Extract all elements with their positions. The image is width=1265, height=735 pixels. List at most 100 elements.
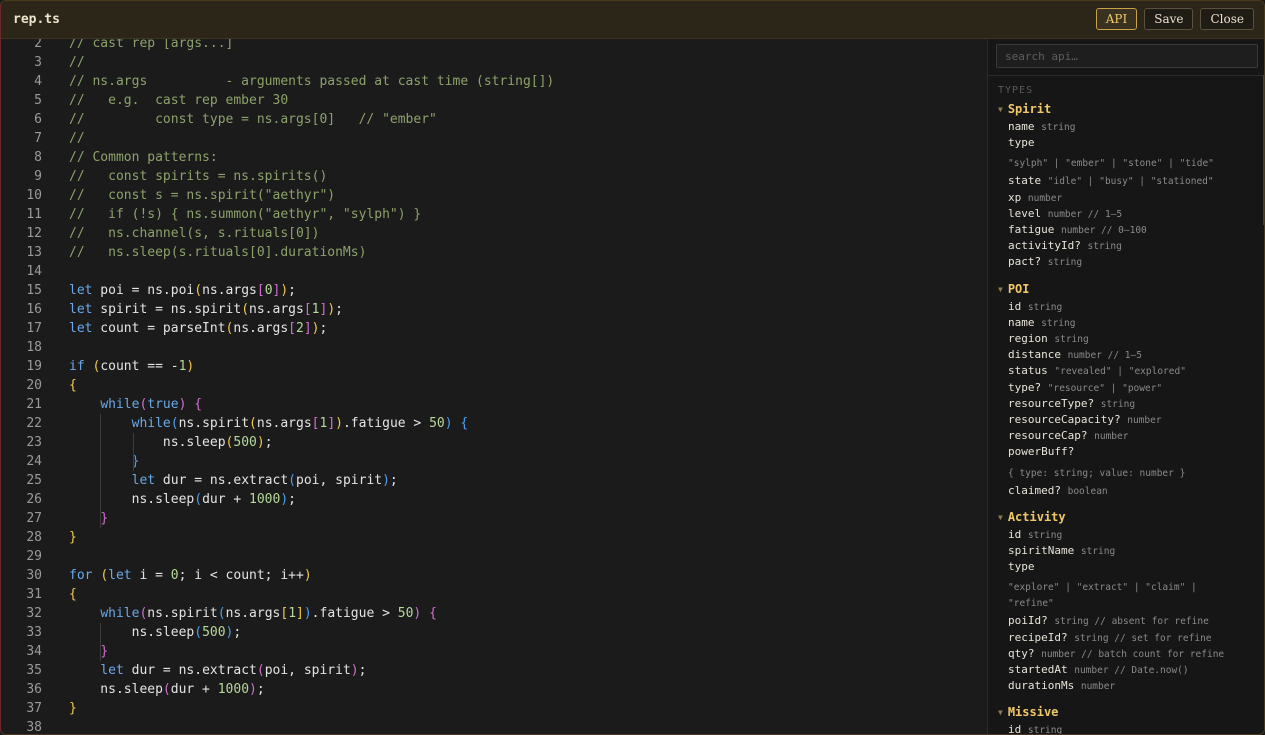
code-line[interactable]: 26 ns.sleep(dur + 1000);: [1, 490, 987, 509]
code-line[interactable]: 22 while(ns.spirit(ns.args[1]).fatigue >…: [1, 414, 987, 433]
code-token: spirit = ns.spirit: [92, 302, 242, 317]
code-line[interactable]: 34 }: [1, 642, 987, 661]
code-line[interactable]: 20 {: [1, 376, 987, 395]
code-line[interactable]: 4 // ns.args - arguments passed at cast t…: [1, 72, 987, 91]
code-line[interactable]: 18: [1, 338, 987, 357]
type-header-poi[interactable]: ▼ POI: [998, 282, 1030, 296]
field-name: level: [1008, 206, 1042, 220]
code-token: {: [69, 587, 77, 602]
code-token: ): [350, 663, 359, 678]
field-type: string: [1100, 398, 1136, 410]
code-token: 2: [296, 321, 304, 336]
type-field: xp number: [1008, 191, 1062, 204]
field-name: fatigue: [1008, 223, 1055, 236]
code-line[interactable]: 37}: [1, 699, 987, 718]
code-line[interactable]: 32 while(ns.spirit(ns.args[1]).fatigue >…: [1, 604, 987, 623]
code-token: ;: [264, 435, 273, 450]
code-line[interactable]: 27 }: [1, 509, 987, 528]
code-token: //: [69, 131, 85, 146]
collapse-triangle-icon[interactable]: ▼: [998, 105, 1003, 114]
code-token: (: [194, 283, 203, 298]
code-line[interactable]: 5 // e.g. cast rep ember 30: [1, 91, 987, 110]
code-line[interactable]: 38: [1, 718, 987, 734]
type-field: type: [1008, 560, 1035, 573]
field-type: number // 0–100: [1060, 225, 1147, 236]
code-line[interactable]: 6 // const type = ns.args[0] // "ember": [1, 110, 987, 129]
code-line[interactable]: 17 let count = parseInt(ns.args[2]);: [1, 319, 987, 338]
type-field: resourceCapacity? number: [1008, 413, 1162, 426]
code-token: }: [100, 511, 109, 526]
code-text: while(true) {: [69, 395, 202, 414]
code-token: //: [69, 55, 85, 70]
code-token: while: [100, 606, 140, 621]
code-line[interactable]: 35 let dur = ns.extract(poi, spirit);: [1, 661, 987, 680]
code-line[interactable]: 23 ns.sleep(500);: [1, 433, 987, 452]
collapse-triangle-icon[interactable]: ▼: [998, 285, 1003, 294]
field-type: string: [1041, 317, 1076, 329]
indent-guide: [132, 433, 134, 471]
code-editor[interactable]: 2 // cast rep [args...] 3 // 4 // ns.args - a…: [1, 39, 987, 734]
code-line[interactable]: 10 // const s = ns.spirit("aethyr"): [1, 186, 987, 205]
code-line[interactable]: 28}: [1, 528, 987, 547]
type-header-activity[interactable]: ▼ Activity: [998, 510, 1066, 524]
code-line[interactable]: 9 // const spirits = ns.spirits(): [1, 167, 987, 186]
code-line[interactable]: 25 let dur = ns.extract(poi, spirit);: [1, 471, 987, 490]
code-line[interactable]: 24 }: [1, 452, 987, 471]
code-line[interactable]: 8 // Common patterns:: [1, 148, 987, 167]
code-text: ns.sleep(dur + 1000);: [69, 680, 264, 699]
code-line[interactable]: 13 // ns.sleep(s.rituals[0].durationMs): [1, 243, 987, 262]
type-field: distance number // 1–5: [1008, 348, 1142, 361]
api-button[interactable]: API: [1095, 8, 1138, 30]
code-line[interactable]: 33 ns.sleep(500);: [1, 623, 987, 642]
field-name: type: [1008, 136, 1035, 150]
code-line[interactable]: 16 let spirit = ns.spirit(ns.args[1]);: [1, 300, 987, 319]
code-token: ): [335, 416, 343, 431]
code-token: ns.args: [233, 321, 289, 336]
line-number: 10: [26, 188, 42, 203]
code-token: ;: [358, 663, 367, 678]
field-name: powerBuff?: [1008, 445, 1075, 459]
code-token: while: [100, 397, 140, 412]
type-field: type? "resource" | "power": [1008, 381, 1162, 394]
code-token: ns.sleep: [69, 435, 226, 450]
code-line[interactable]: 19 if (count == -1): [1, 357, 987, 376]
code-line[interactable]: 7 //: [1, 129, 987, 148]
code-token: // const s = ns.spirit("aethyr"): [69, 188, 336, 203]
code-line[interactable]: 2 // cast rep [args...]: [1, 39, 987, 53]
code-token: ns.sleep: [69, 492, 195, 507]
field-type: "revealed" | "explored": [1054, 366, 1186, 378]
code-line[interactable]: 30 for (let i = 0; i < count; i++): [1, 566, 987, 585]
type-field: name string: [1008, 316, 1075, 329]
code-line[interactable]: 36 ns.sleep(dur + 1000);: [1, 680, 987, 699]
code-text: }: [69, 452, 140, 471]
type-field: id string: [1008, 528, 1062, 541]
code-line[interactable]: 3 //: [1, 53, 987, 72]
line-number: 20: [26, 378, 42, 393]
line-number: 25: [26, 473, 42, 488]
code-token: .fatigue >: [342, 416, 430, 431]
code-token: ;: [389, 473, 398, 488]
code-line[interactable]: 21 while(true) {: [1, 395, 987, 414]
code-line[interactable]: 29: [1, 547, 987, 566]
code-line[interactable]: 15 let poi = ns.poi(ns.args[0]);: [1, 281, 987, 300]
api-reference-panel: TYPES ▼ Spirit name string type "sylph" | "e…: [987, 39, 1264, 734]
code-token: dur = ns.extract: [155, 473, 289, 488]
code-token: (: [241, 302, 250, 317]
close-button[interactable]: Close: [1200, 8, 1254, 30]
save-button[interactable]: Save: [1144, 8, 1194, 30]
line-number: 28: [26, 530, 42, 545]
code-line[interactable]: 11 // if (!s) { ns.summon("aethyr", "sylp…: [1, 205, 987, 224]
code-token: ns.spirit: [178, 416, 250, 431]
code-line[interactable]: 14: [1, 262, 987, 281]
api-search-input[interactable]: [996, 44, 1258, 68]
code-line[interactable]: 31 {: [1, 585, 987, 604]
field-name: name: [1008, 120, 1035, 133]
code-token: // cast rep [args...]: [69, 39, 234, 51]
type-header-spirit[interactable]: ▼ Spirit: [998, 102, 1051, 116]
code-token: i =: [131, 568, 171, 583]
code-line[interactable]: 12 // ns.channel(s, s.rituals[0]): [1, 224, 987, 243]
collapse-triangle-icon[interactable]: ▼: [998, 708, 1003, 717]
code-token: // const spirits = ns.spirits(): [69, 169, 328, 184]
type-header-missive[interactable]: ▼ Missive: [998, 705, 1058, 719]
collapse-triangle-icon[interactable]: ▼: [998, 513, 1003, 522]
